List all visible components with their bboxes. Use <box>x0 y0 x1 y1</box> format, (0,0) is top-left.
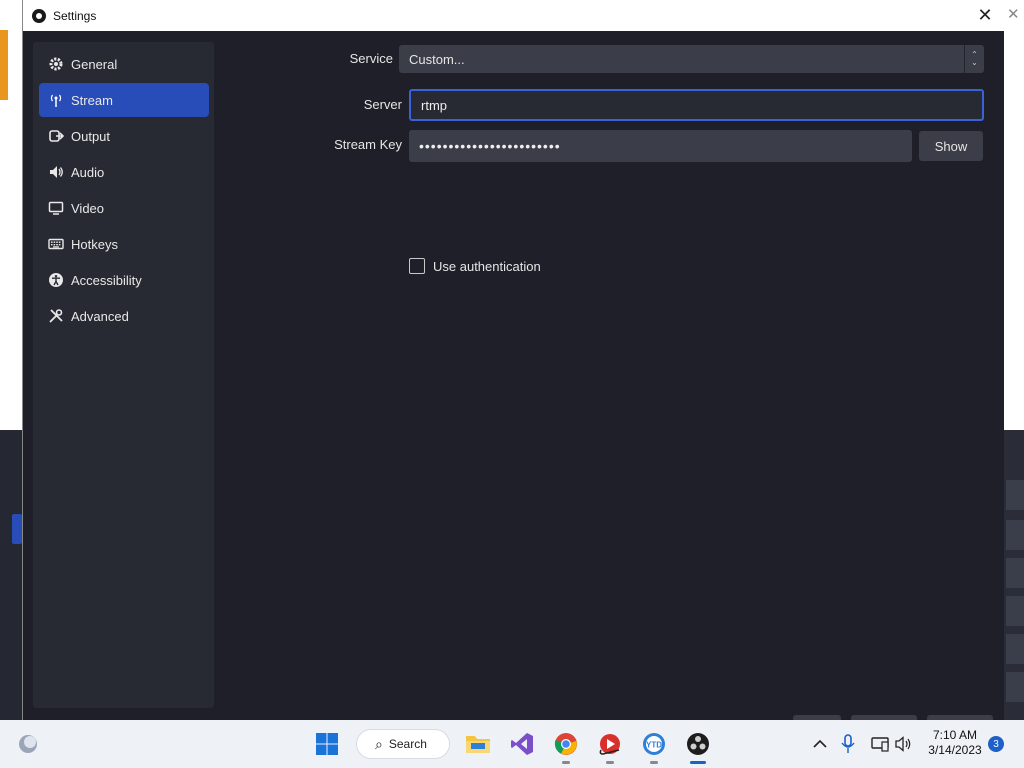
notification-badge[interactable]: 3 <box>988 736 1004 752</box>
title-bar[interactable]: Settings ✕ <box>23 0 1004 31</box>
accessibility-icon <box>47 271 65 289</box>
clock-time: 7:10 AM <box>932 728 978 742</box>
monitor-icon <box>47 199 65 217</box>
sidebar-item-label: Video <box>71 200 105 216</box>
windows-taskbar: ⌕ Search YTD 7:10 AM 3/14/2023 3 <box>0 720 1024 768</box>
sidebar-item-label: Stream <box>71 92 113 108</box>
taskbar-search[interactable]: ⌕ Search <box>356 729 450 759</box>
obs-studio-icon[interactable] <box>682 728 714 764</box>
gear-icon <box>47 55 65 73</box>
background-panel <box>0 430 24 720</box>
updown-chevron-icon: ⌃ ⌄ <box>964 45 984 73</box>
chrome-icon[interactable] <box>550 728 582 764</box>
background-window-right: ✕ <box>1002 0 1024 720</box>
use-authentication-label: Use authentication <box>433 258 541 274</box>
search-label: Search <box>388 737 427 751</box>
volume-icon[interactable] <box>888 728 920 760</box>
visual-studio-icon[interactable] <box>506 728 538 760</box>
tools-icon <box>47 307 65 325</box>
sidebar-item-label: Output <box>71 128 111 144</box>
server-input[interactable]: rtmp <box>409 89 984 121</box>
running-indicator <box>562 761 570 764</box>
sidebar-item-hotkeys[interactable]: Hotkeys <box>39 227 209 261</box>
use-authentication-row[interactable]: Use authentication <box>409 258 541 274</box>
background-panel-right <box>1002 430 1024 720</box>
sidebar-item-label: Advanced <box>71 308 129 324</box>
running-indicator <box>690 761 706 764</box>
sidebar-item-output[interactable]: Output <box>39 119 209 153</box>
clock-date: 3/14/2023 <box>928 743 982 757</box>
running-indicator <box>606 761 614 764</box>
widgets-icon[interactable] <box>12 728 44 760</box>
use-authentication-checkbox[interactable] <box>409 258 425 274</box>
background-dock-cell <box>1006 480 1024 510</box>
sidebar-item-label: Audio <box>71 164 105 180</box>
background-dock-cell <box>1006 520 1024 550</box>
system-clock[interactable]: 7:10 AM 3/14/2023 <box>922 728 988 758</box>
output-icon <box>47 127 65 145</box>
show-key-button[interactable]: Show <box>919 131 983 161</box>
background-selection <box>12 514 22 544</box>
background-window-left <box>0 0 24 720</box>
server-label: Server <box>363 97 402 112</box>
stream-key-input[interactable]: •••••••••••••••••••••••• <box>409 130 912 162</box>
sidebar-item-advanced[interactable]: Advanced <box>39 299 209 333</box>
start-menu-icon[interactable] <box>311 728 343 760</box>
stream-key-label: Stream Key <box>334 137 402 152</box>
running-indicator <box>650 761 658 764</box>
sidebar-item-video[interactable]: Video <box>39 191 209 225</box>
microphone-icon[interactable] <box>832 728 864 760</box>
screen-recorder-icon[interactable] <box>594 728 626 764</box>
search-icon: ⌕ <box>375 735 383 752</box>
service-dropdown[interactable]: Custom... ⌃ ⌄ <box>399 45 984 73</box>
background-dock-cell <box>1006 672 1024 702</box>
keyboard-icon <box>47 235 65 253</box>
background-dock-cell <box>1006 558 1024 588</box>
settings-sidebar: General Stream Output Audio Video Hotkey… <box>33 42 214 708</box>
obs-logo-icon <box>32 8 46 23</box>
background-close-icon: ✕ <box>1007 6 1020 23</box>
sidebar-item-stream[interactable]: Stream <box>39 83 209 117</box>
sidebar-item-general[interactable]: General <box>39 47 209 81</box>
settings-dialog: Settings ✕ General Stream Output Audio V… <box>22 0 1004 720</box>
sidebar-item-label: Hotkeys <box>71 236 118 252</box>
service-label: Service <box>349 51 393 66</box>
background-accent <box>0 30 8 100</box>
sidebar-item-label: General <box>71 56 118 72</box>
close-button[interactable]: ✕ <box>972 3 998 27</box>
sidebar-item-accessibility[interactable]: Accessibility <box>39 263 209 297</box>
antenna-icon <box>47 91 65 109</box>
service-value: Custom... <box>409 51 465 67</box>
ytd-downloader-icon[interactable]: YTD <box>638 728 670 764</box>
background-dock-cell <box>1006 634 1024 664</box>
background-dock-cell <box>1006 596 1024 626</box>
svg-text:YTD: YTD <box>646 741 662 750</box>
speaker-icon <box>47 163 65 181</box>
sidebar-item-audio[interactable]: Audio <box>39 155 209 189</box>
file-explorer-icon[interactable] <box>462 728 494 760</box>
sidebar-item-label: Accessibility <box>71 272 142 288</box>
window-title: Settings <box>53 8 97 23</box>
